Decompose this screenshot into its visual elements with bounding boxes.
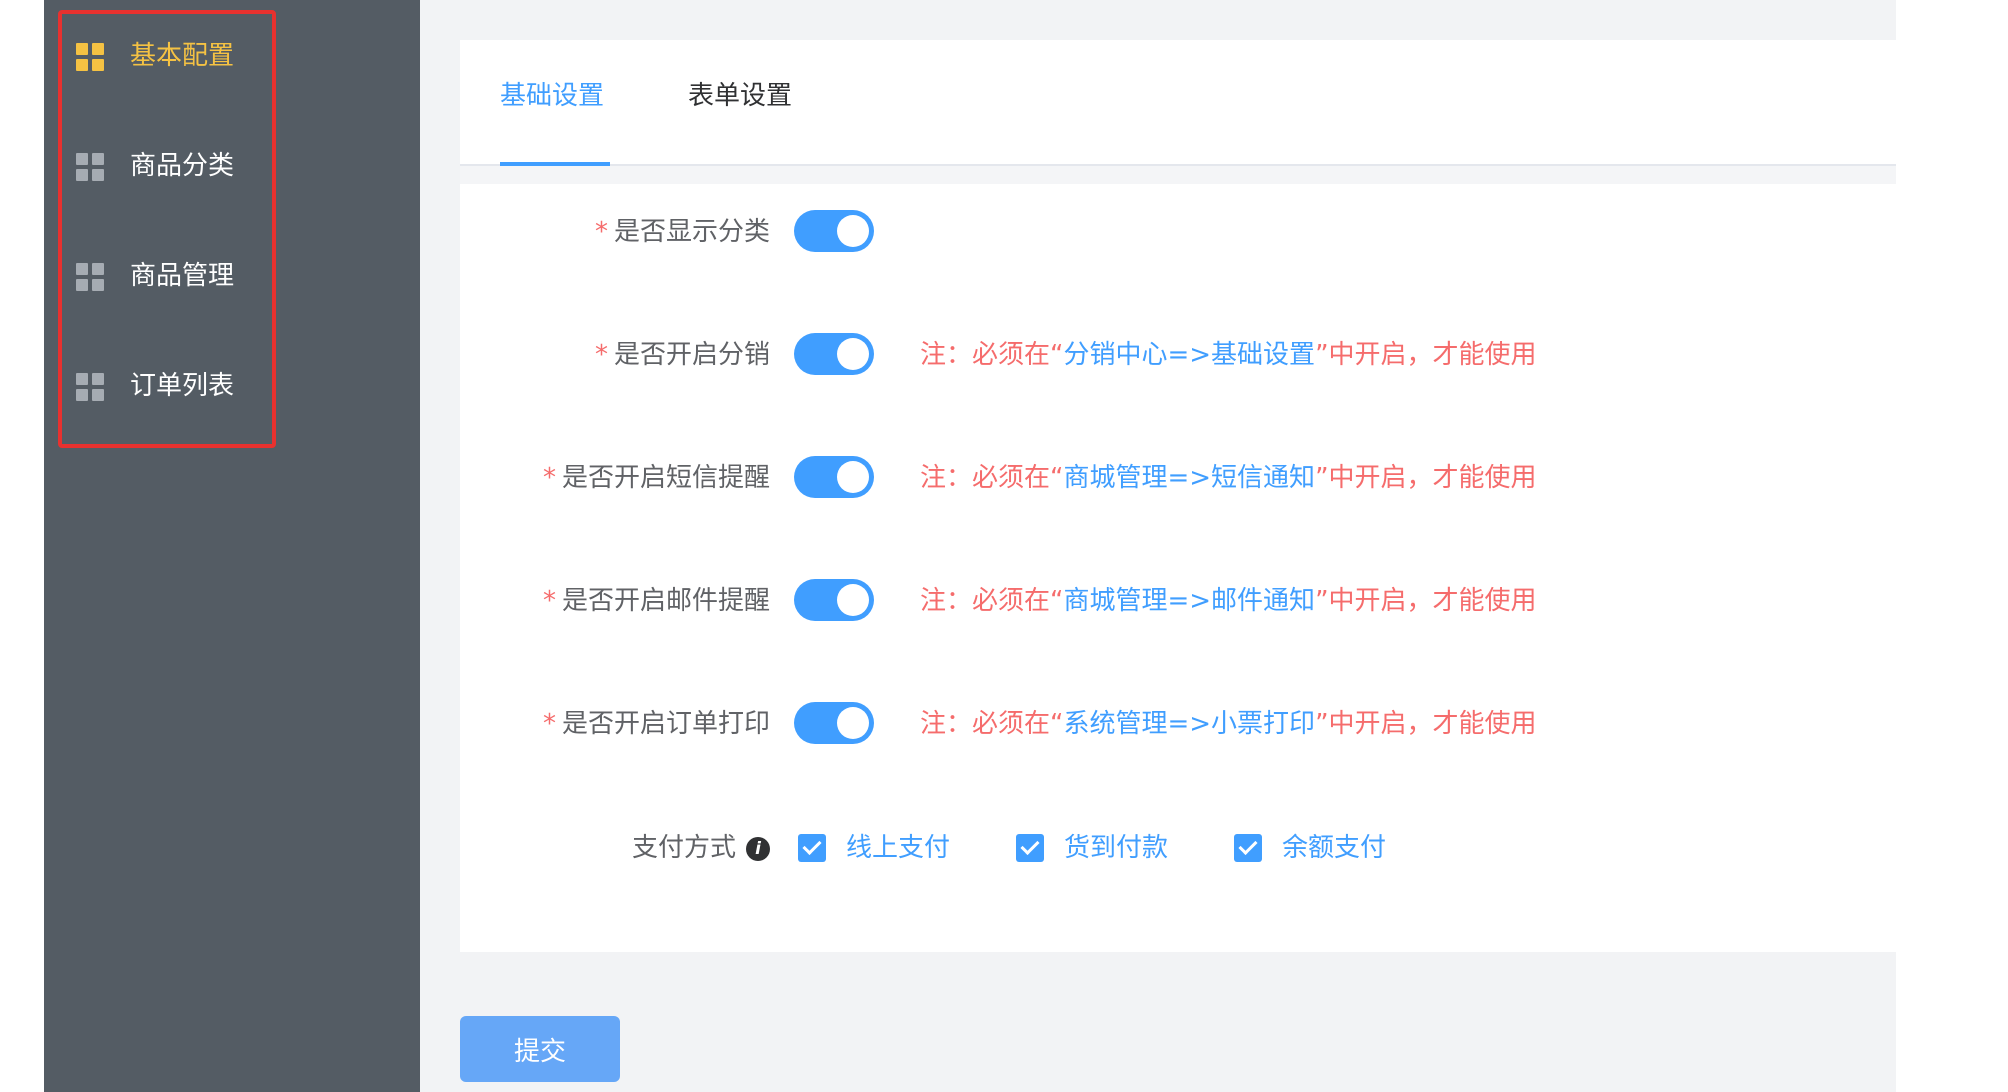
form-row-distribution: * 是否开启分销 注：必须在“分销中心=>基础设置”中开启，才能使用 xyxy=(460,325,1896,385)
order-print-note: 注：必须在“系统管理=>小票打印”中开启，才能使用 xyxy=(920,709,1537,739)
required-mark: * xyxy=(594,340,608,370)
form-row-payment-method: 支付方式 i 线上支付 货到付款 余额支付 xyxy=(460,818,1896,878)
form-row-show-category: * 是否显示分类 xyxy=(460,202,1896,262)
show-category-switch[interactable] xyxy=(794,210,874,252)
required-mark: * xyxy=(542,586,556,616)
sms-reminder-switch[interactable] xyxy=(794,456,874,498)
tab-bar: 基础设置 表单设置 xyxy=(460,40,1896,168)
sidebar-item-label: 商品管理 xyxy=(130,261,235,291)
sidebar: 基本配置 商品分类 商品管理 订单列表 xyxy=(44,0,420,1092)
sms-reminder-note: 注：必须在“商城管理=>短信通知”中开启，才能使用 xyxy=(920,463,1537,493)
form-label: * 是否开启订单打印 xyxy=(542,709,770,739)
email-reminder-switch[interactable] xyxy=(794,579,874,621)
form-label: * 是否显示分类 xyxy=(594,217,770,247)
grid-icon xyxy=(76,263,104,291)
form-row-order-print: * 是否开启订单打印 注：必须在“系统管理=>小票打印”中开启，才能使用 xyxy=(460,694,1896,754)
checkbox-checked-icon xyxy=(798,834,826,862)
required-mark: * xyxy=(594,217,608,247)
sidebar-item-product-management[interactable]: 商品管理 xyxy=(44,220,420,330)
sidebar-item-label: 订单列表 xyxy=(130,371,235,401)
form-row-email-reminder: * 是否开启邮件提醒 注：必须在“商城管理=>邮件通知”中开启，才能使用 xyxy=(460,571,1896,631)
distribution-switch[interactable] xyxy=(794,333,874,375)
sidebar-item-order-list[interactable]: 订单列表 xyxy=(44,330,420,440)
checkbox-checked-icon xyxy=(1016,834,1044,862)
tab-divider xyxy=(460,166,1896,184)
sidebar-item-label: 商品分类 xyxy=(130,151,235,181)
sidebar-item-product-category[interactable]: 商品分类 xyxy=(44,110,420,220)
sidebar-item-basic-config[interactable]: 基本配置 xyxy=(44,0,420,110)
tab-form-settings[interactable]: 表单设置 xyxy=(688,76,792,136)
form-row-sms-reminder: * 是否开启短信提醒 注：必须在“商城管理=>短信通知”中开启，才能使用 xyxy=(460,448,1896,508)
required-mark: * xyxy=(542,709,556,739)
main-content: 基础设置 表单设置 * 是否显示分类 * 是否开启分销 注：必须在“分销中心=>基础… xyxy=(420,0,1896,1092)
sidebar-item-label: 基本配置 xyxy=(130,41,235,71)
info-icon[interactable]: i xyxy=(746,837,770,861)
settings-card: 基础设置 表单设置 * 是否显示分类 * 是否开启分销 注：必须在“分销中心=>基础… xyxy=(460,40,1896,952)
form-label: * 是否开启短信提醒 xyxy=(542,463,770,493)
email-reminder-note: 注：必须在“商城管理=>邮件通知”中开启，才能使用 xyxy=(920,586,1537,616)
order-print-switch[interactable] xyxy=(794,702,874,744)
grid-icon xyxy=(76,373,104,401)
grid-icon xyxy=(76,153,104,181)
distribution-note: 注：必须在“分销中心=>基础设置”中开启，才能使用 xyxy=(920,340,1537,370)
submit-button[interactable]: 提交 xyxy=(460,1016,620,1082)
required-mark: * xyxy=(542,463,556,493)
checkbox-checked-icon xyxy=(1234,834,1262,862)
form-label: * 是否开启邮件提醒 xyxy=(542,586,770,616)
form-label: 支付方式 i xyxy=(632,828,770,868)
form-label: * 是否开启分销 xyxy=(594,340,770,370)
grid-icon xyxy=(76,43,104,71)
tab-basic-settings[interactable]: 基础设置 xyxy=(500,76,604,136)
